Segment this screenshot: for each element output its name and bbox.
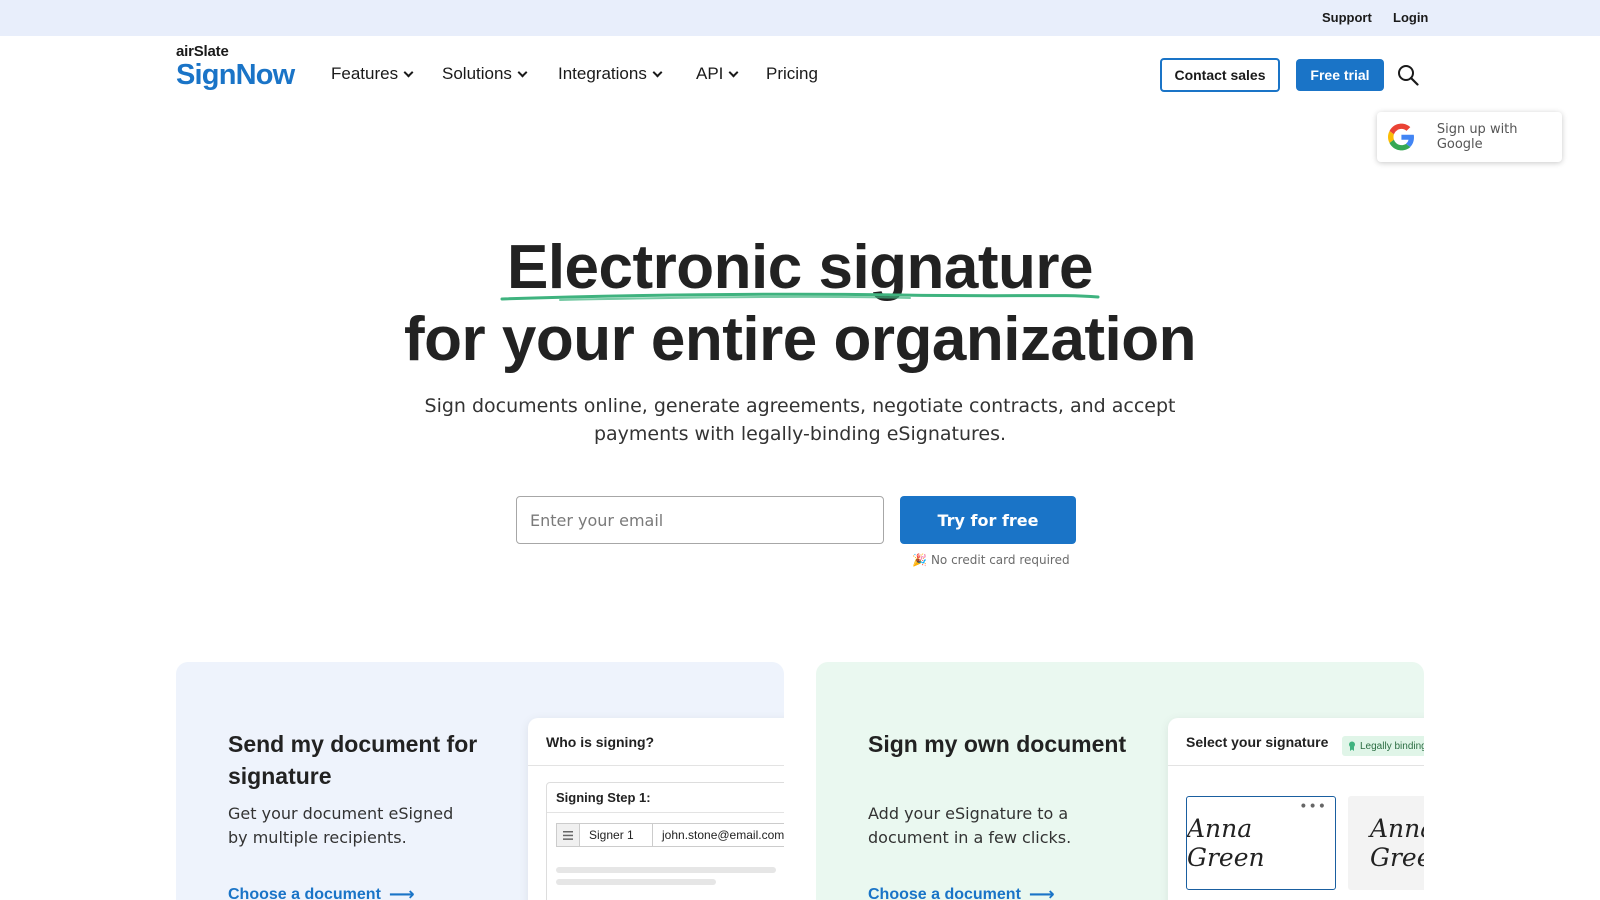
signature-option-1[interactable]: ••• Anna Green [1186, 796, 1336, 890]
no-credit-card-text: No credit card required [930, 553, 1070, 567]
no-credit-card-note: 🎉 No credit card required [912, 553, 1070, 567]
send-choose-document-link[interactable]: Choose a document ⟶ [228, 884, 415, 900]
chevron-down-icon [728, 67, 739, 77]
google-signup-button[interactable]: Sign up with Google [1377, 112, 1562, 162]
select-signature-title: Select your signature [1186, 734, 1329, 750]
own-choose-document-link[interactable]: Choose a document ⟶ [868, 884, 1055, 900]
who-is-signing-title: Who is signing? [546, 734, 655, 750]
arrow-right-icon: ⟶ [388, 884, 415, 900]
placeholder-line [556, 867, 776, 873]
drag-handle-icon[interactable] [556, 823, 580, 847]
nav-pricing[interactable]: Pricing [766, 64, 818, 84]
nav-api-label: API [696, 64, 724, 83]
who-is-signing-panel: Who is signing? Signing Step 1: Signer 1… [528, 718, 784, 900]
signature-1-text: Anna Green [1187, 814, 1265, 872]
send-choose-label: Choose a document [228, 885, 381, 900]
send-document-card[interactable]: Send my document for signature Get your … [176, 662, 784, 900]
logo-airslate: airSlate [176, 43, 229, 60]
step-divider [547, 812, 784, 813]
google-signup-label: Sign up with Google [1436, 122, 1518, 152]
nav-features-label: Features [331, 64, 399, 83]
own-choose-label: Choose a document [868, 885, 1021, 900]
chevron-down-icon [517, 67, 528, 77]
party-icon: 🎉 [912, 553, 927, 567]
more-dots-icon[interactable]: ••• [1299, 799, 1327, 815]
nav-features[interactable]: Features [331, 64, 414, 84]
hero-subtitle: Sign documents online, generate agreemen… [424, 395, 1176, 445]
nav-pricing-label: Pricing [766, 64, 818, 83]
signer-email-field[interactable]: john.stone@email.com [653, 823, 784, 847]
signnow-logo[interactable]: airSlate SignNow [176, 43, 295, 91]
utility-bar: Support Login [0, 0, 1600, 36]
email-input[interactable] [516, 496, 884, 544]
sign-own-document-card[interactable]: Sign my own document Add your eSignature… [816, 662, 1424, 900]
chevron-down-icon [403, 67, 414, 77]
signature-option-2[interactable]: Anna Green [1348, 796, 1424, 890]
google-icon [1388, 123, 1414, 151]
panel-divider [1168, 765, 1424, 766]
placeholder-line [556, 879, 716, 885]
nav-integrations[interactable]: Integrations [558, 64, 663, 84]
nav-integrations-label: Integrations [558, 64, 647, 83]
nav-solutions[interactable]: Solutions [442, 64, 528, 84]
signing-step-box: Signing Step 1: Signer 1 john.stone@emai… [546, 782, 784, 900]
try-for-free-button[interactable]: Try for free [900, 496, 1076, 544]
send-card-description: Get your document eSigned by multiple re… [228, 804, 454, 847]
search-icon[interactable] [1397, 64, 1419, 86]
logo-signnow: SignNow [176, 59, 295, 91]
select-signature-panel: Select your signature Legally binding ••… [1168, 718, 1424, 900]
chevron-down-icon [652, 67, 663, 77]
nav-solutions-label: Solutions [442, 64, 512, 83]
title-underline-stroke [500, 292, 1100, 301]
badge-ribbon-icon [1349, 741, 1355, 751]
signature-2-text: Anna Green [1370, 814, 1424, 872]
signer-row: Signer 1 john.stone@email.com [556, 823, 784, 847]
support-link[interactable]: Support [1322, 10, 1372, 25]
login-link[interactable]: Login [1393, 10, 1428, 25]
arrow-right-icon: ⟶ [1028, 884, 1055, 900]
panel-divider [528, 765, 784, 766]
signing-step-label: Signing Step 1: [556, 790, 651, 805]
legally-binding-label: Legally binding [1360, 740, 1424, 752]
legally-binding-badge: Legally binding [1342, 736, 1424, 756]
hero-title-line2: for your entire organization [403, 305, 1197, 374]
nav-api[interactable]: API [696, 64, 739, 84]
signer-role-field[interactable]: Signer 1 [580, 823, 653, 847]
own-card-description: Add your eSignature to a document in a f… [868, 804, 1072, 847]
send-card-title: Send my document for signature [228, 731, 478, 789]
free-trial-button[interactable]: Free trial [1296, 59, 1384, 91]
contact-sales-button[interactable]: Contact sales [1160, 58, 1280, 92]
own-card-title: Sign my own document [868, 731, 1127, 757]
